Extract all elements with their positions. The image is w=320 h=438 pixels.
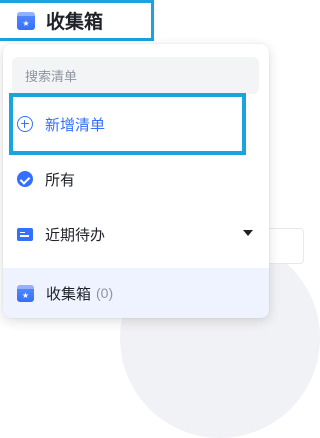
search-list-input[interactable]: 搜索清单: [12, 57, 259, 94]
item-count: (0): [96, 285, 114, 301]
list-item-label: 所有: [45, 171, 76, 189]
inbox-icon: ★: [17, 284, 34, 302]
inbox-icon: ★: [17, 11, 35, 30]
add-list-highlight: [9, 93, 246, 155]
list-item-label: 近期待办: [45, 226, 106, 244]
search-placeholder: 搜索清单: [25, 69, 78, 84]
list-icon: [17, 227, 33, 241]
check-circle-icon: [17, 171, 33, 187]
list-switcher-header[interactable]: ★ 收集箱: [0, 0, 154, 41]
list-dropdown-panel: 搜索清单 新增清单 所有 近期待办 ★ 收集箱 (0): [3, 44, 269, 318]
caret-down-icon[interactable]: [243, 230, 253, 236]
list-item-recent-todos[interactable]: 近期待办: [3, 212, 269, 256]
list-item-label: 收集箱: [46, 285, 92, 303]
list-item-inbox[interactable]: ★ 收集箱 (0): [3, 268, 269, 318]
header-title: 收集箱: [46, 12, 104, 33]
list-item-all[interactable]: 所有: [3, 157, 269, 201]
